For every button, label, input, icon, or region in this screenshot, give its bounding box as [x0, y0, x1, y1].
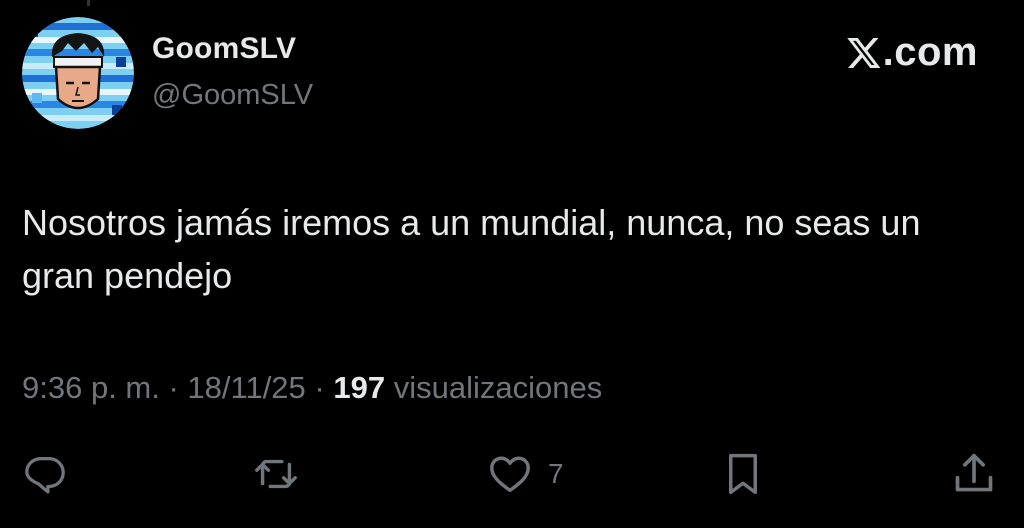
tweet-date[interactable]: 18/11/25	[187, 370, 305, 405]
brand-domain-text: .com	[882, 30, 978, 74]
bookmark-icon	[729, 453, 757, 495]
x-logo-icon	[846, 37, 881, 68]
reply-button[interactable]	[22, 448, 68, 500]
views-label: visualizaciones	[385, 370, 603, 405]
x-brand: .com	[845, 30, 978, 75]
tweet-text: Nosotros jamás iremos a un mundial, nunc…	[22, 202, 921, 296]
tweet-time[interactable]: 9:36 p. m.	[22, 370, 160, 405]
meta-separator: ·	[159, 370, 188, 405]
repost-icon	[255, 459, 297, 489]
share-icon	[955, 453, 993, 492]
action-bar: 7	[0, 448, 1024, 500]
tweet-meta: 9:36 p. m. · 18/11/25 · 197 visualizacio…	[22, 370, 602, 406]
avatar[interactable]	[22, 17, 134, 129]
avatar-image	[22, 17, 134, 129]
author-handle[interactable]: @GoomSLV	[152, 79, 313, 112]
meta-separator: ·	[305, 370, 334, 405]
thread-connector	[87, 0, 90, 6]
like-count: 7	[548, 458, 564, 489]
share-button[interactable]	[952, 448, 996, 500]
reply-icon	[25, 457, 65, 494]
heart-icon	[490, 456, 530, 493]
bookmark-button[interactable]	[722, 448, 764, 500]
views-count: 197	[333, 370, 386, 405]
like-button[interactable]: 7	[486, 448, 564, 500]
repost-button[interactable]	[248, 448, 304, 500]
author-display-name[interactable]: GoomSLV	[152, 32, 296, 66]
